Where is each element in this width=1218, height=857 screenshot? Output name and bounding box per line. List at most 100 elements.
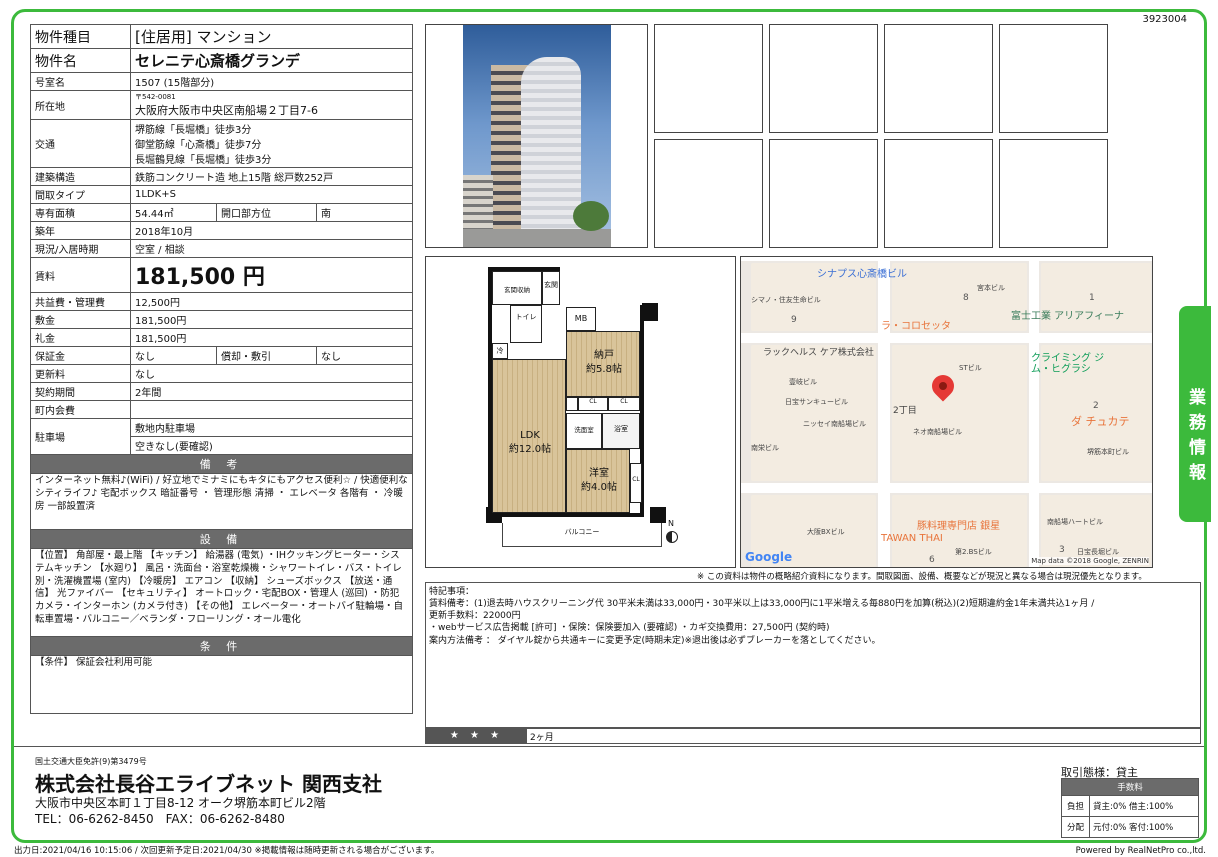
facing-label: 開口部方位 <box>216 203 317 222</box>
north-marker: N <box>668 519 674 528</box>
conditions-text: 【条件】 保証会社利用可能 <box>30 655 413 714</box>
guarantee-label: 保証金 <box>30 346 131 365</box>
closet: CL <box>578 397 608 411</box>
map-label: シマノ・住友生命ビル <box>751 296 821 304</box>
contract-value: 2年間 <box>130 382 413 401</box>
map-label: STビル <box>959 364 982 372</box>
area-label: 専有面積 <box>30 203 131 222</box>
property-info-table: 物件種目 [住居用] マンション 物件名 セレニテ心斎橋グランデ 号室名 150… <box>30 24 413 714</box>
google-logo: Google <box>745 550 793 564</box>
closet: CL <box>630 463 642 503</box>
address-label: 所在地 <box>30 90 131 120</box>
ldk: LDK 約12.0帖 <box>492 359 566 513</box>
town-fee-value <box>130 400 413 419</box>
storeroom: 納戸 約5.8帖 <box>566 331 640 397</box>
map-label: シナプス心斎橋ビル <box>817 269 907 280</box>
fee-table: 手数料 負担 貸主:0% 借主:100% 分配 元付:0% 客付:100% <box>1061 778 1199 838</box>
photo-slot <box>654 24 763 133</box>
facilities-header: 設 備 <box>30 529 413 549</box>
map-label: ラックヘルス ケア株式会社 <box>763 348 874 358</box>
map-label: 壹岐ビル <box>789 378 817 386</box>
fee-header: 手数料 <box>1061 778 1199 796</box>
map-label: 堺筋本町ビル <box>1087 448 1129 456</box>
map-label: 富士工業 アリアフィーナ <box>1011 311 1124 322</box>
bathroom: 浴室 <box>602 413 640 449</box>
divider <box>14 746 1204 747</box>
rent-label: 賃料 <box>30 257 131 293</box>
remarks-text: インターネット無料♪(WiFi) / 好立地でミナミにもキタにもアクセス便利☆ … <box>30 473 413 530</box>
status-label: 現況/入居時期 <box>30 239 131 258</box>
transit-line: 堺筋線「長堀橋」徒歩3分 <box>135 125 252 136</box>
entrance-storage: 玄関収納 <box>492 271 542 305</box>
notes-line: 賃料備考：(1)退去時ハウスクリーニング代 30平米未満は33,000円・30平… <box>429 599 1095 610</box>
parking-label: 駐車場 <box>30 418 131 455</box>
notes-line: 特記事項： <box>429 587 475 597</box>
building-image <box>463 25 611 247</box>
parking-availability: 空きなし(要確認) <box>130 436 413 455</box>
postal-code: 〒542-0081 <box>135 93 176 101</box>
room-value: 1507 (15階部分) <box>130 72 413 91</box>
map-block-number: 1 <box>1089 293 1095 303</box>
map-block-number: 3 <box>1059 545 1065 555</box>
remarks-header: 備 考 <box>30 454 413 474</box>
parking-value: 敷地内駐車場 <box>130 418 413 437</box>
rating-bar: ★ ★ ★ 2ヶ月 <box>425 728 1201 744</box>
area-value: 54.44㎡ <box>130 203 217 222</box>
status-value: 空室 / 相談 <box>130 239 413 258</box>
map-block-number: 8 <box>963 293 969 303</box>
property-sheet: 3923004 物件種目 [住居用] マンション 物件名 セレニテ心斎橋グランデ… <box>11 9 1211 843</box>
notes-line: 更新手数料：22000円 <box>429 611 521 622</box>
map-label: ネオ南船場ビル <box>913 428 962 436</box>
key-money-label: 礼金 <box>30 328 131 347</box>
special-notes: 特記事項： 賃料備考：(1)退去時ハウスクリーニング代 30平米未満は33,00… <box>425 582 1201 728</box>
renewal-value: なし <box>130 364 413 383</box>
split-label: 分配 <box>1061 816 1090 838</box>
property-id: 3923004 <box>1139 14 1190 25</box>
rating-text: 2ヶ月 <box>530 733 554 743</box>
layout-value: 1LDK+S <box>130 185 413 204</box>
washroom: 洗面室 <box>566 413 602 449</box>
meter-box: MB <box>566 307 596 331</box>
western-room: 洋室 約4.0帖 <box>566 449 630 513</box>
company-phone: TEL：06-6262-8450 FAX：06-6262-8480 <box>35 812 285 826</box>
photo-slot <box>654 139 763 248</box>
map-label: TAWAN THAI <box>881 533 943 544</box>
amortization-value: なし <box>316 346 413 365</box>
amortization-label: 償却・敷引 <box>216 346 317 365</box>
map-credit: Map data ©2018 Google, ZENRIN <box>1031 557 1149 565</box>
business-info-tab[interactable]: 業務情報 <box>1179 306 1211 522</box>
building-photo <box>425 24 648 248</box>
notes-line: ・webサービス広告掲載 [許可] ・保険：保険要加入 (要確認) ・カギ交換費… <box>429 623 830 634</box>
mgmt-fee-label: 共益費・管理費 <box>30 292 131 311</box>
layout-label: 間取タイプ <box>30 185 131 204</box>
facilities-text: 【位置】 角部屋・最上階 【キッチン】 給湯器 (電気) ・IHクッキングヒータ… <box>30 548 413 637</box>
burden-value: 貸主:0% 借主:100% <box>1089 795 1199 817</box>
entrance: 玄関 <box>542 271 560 305</box>
map-label: 日宝サンキュービル <box>785 398 848 406</box>
closet-small <box>566 397 578 411</box>
deposit-value: 181,500円 <box>130 310 413 329</box>
photo-slot <box>884 24 993 133</box>
key-money-value: 181,500円 <box>130 328 413 347</box>
map-label: 南船場ハートビル <box>1047 518 1103 526</box>
built-label: 築年 <box>30 221 131 240</box>
address-value: 大阪府大阪市中央区南船場２丁目7-6 <box>135 104 318 117</box>
transit-label: 交通 <box>30 119 131 168</box>
toilet: トイレ <box>510 305 542 343</box>
photo-slot <box>999 139 1108 248</box>
photo-slot <box>999 24 1108 133</box>
transit-line: 長堀鶴見線「長堀橋」徒歩3分 <box>135 155 272 166</box>
type-label: 物件種目 <box>30 24 131 49</box>
address-cell: 〒542-0081 大阪府大阪市中央区南船場２丁目7-6 <box>130 90 413 120</box>
type-value: [住居用] マンション <box>130 24 413 49</box>
town-fee-label: 町内会費 <box>30 400 131 419</box>
transit-cell: 堺筋線「長堀橋」徒歩3分 御堂筋線「心斎橋」徒歩7分 長堀鶴見線「長堀橋」徒歩3… <box>130 119 413 168</box>
map-label: ニッセイ南船場ビル <box>803 420 866 428</box>
name-value: セレニテ心斎橋グランデ <box>130 48 413 73</box>
map-block-number: 6 <box>929 555 935 565</box>
map-label: 第2.BSビル <box>955 548 992 556</box>
rent-value: 181,500 円 <box>130 257 413 293</box>
map-label: ラ・コロセッタ <box>881 321 951 332</box>
renewal-label: 更新料 <box>30 364 131 383</box>
balcony: バルコニー <box>502 523 662 547</box>
